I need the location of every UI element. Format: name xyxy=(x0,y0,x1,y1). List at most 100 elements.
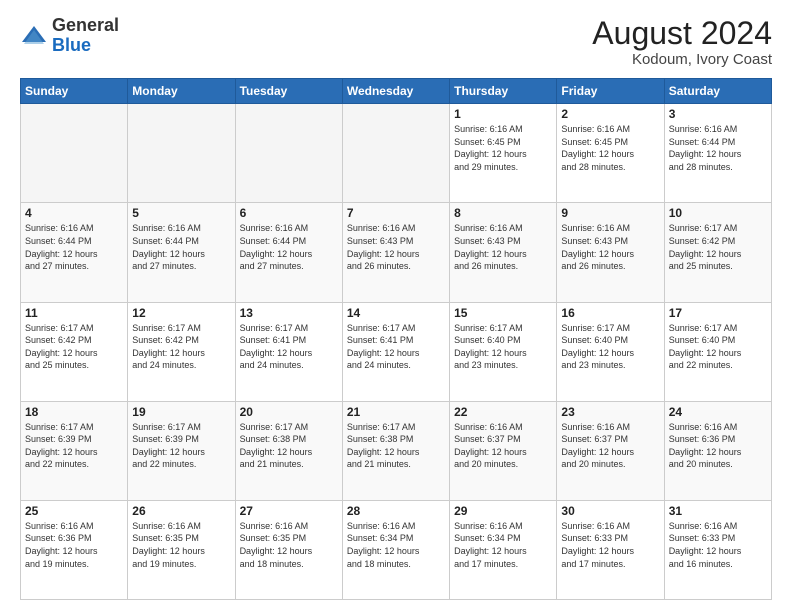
calendar-header-sunday: Sunday xyxy=(21,79,128,104)
day-info: Sunrise: 6:16 AM Sunset: 6:45 PM Dayligh… xyxy=(561,123,659,173)
calendar-cell: 24 Sunrise: 6:16 AM Sunset: 6:36 PM Dayli… xyxy=(664,401,771,500)
day-info: Sunrise: 6:16 AM Sunset: 6:44 PM Dayligh… xyxy=(25,222,123,272)
day-number: 10 xyxy=(669,206,767,220)
calendar-cell: 1 Sunrise: 6:16 AM Sunset: 6:45 PM Daylig… xyxy=(450,104,557,203)
calendar-cell: 12 Sunrise: 6:17 AM Sunset: 6:42 PM Dayli… xyxy=(128,302,235,401)
day-number: 24 xyxy=(669,405,767,419)
calendar-cell: 26Sunrise: 6:16 AM Sunset: 6:35 PM Dayli… xyxy=(128,500,235,599)
logo-text: General Blue xyxy=(52,16,119,56)
day-number: 30 xyxy=(561,504,659,518)
day-info: Sunrise: 6:17 AM Sunset: 6:40 PM Dayligh… xyxy=(454,322,552,372)
day-number: 13 xyxy=(240,306,338,320)
calendar-header-saturday: Saturday xyxy=(664,79,771,104)
day-info: Sunrise: 6:16 AM Sunset: 6:33 PM Dayligh… xyxy=(561,520,659,570)
day-number: 16 xyxy=(561,306,659,320)
day-info: Sunrise: 6:16 AM Sunset: 6:36 PM Dayligh… xyxy=(25,520,123,570)
day-number: 7 xyxy=(347,206,445,220)
calendar-cell: 29Sunrise: 6:16 AM Sunset: 6:34 PM Dayli… xyxy=(450,500,557,599)
calendar-week-2: 11 Sunrise: 6:17 AM Sunset: 6:42 PM Dayli… xyxy=(21,302,772,401)
calendar-cell: 11Sunrise: 6:17 AM Sunset: 6:42 PM Dayli… xyxy=(21,302,128,401)
day-info: Sunrise: 6:17 AM Sunset: 6:42 PM Dayligh… xyxy=(669,222,767,272)
calendar-cell: 14 Sunrise: 6:17 AM Sunset: 6:41 PM Dayli… xyxy=(342,302,449,401)
calendar-week-4: 25 Sunrise: 6:16 AM Sunset: 6:36 PM Dayli… xyxy=(21,500,772,599)
calendar-cell: 28 Sunrise: 6:16 AM Sunset: 6:34 PM Dayli… xyxy=(342,500,449,599)
day-info: Sunrise: 6:16 AM Sunset: 6:37 PM Dayligh… xyxy=(454,421,552,471)
day-info: Sunrise: 6:17 AM Sunset: 6:42 PM Dayligh… xyxy=(132,322,230,372)
day-number: 21 xyxy=(347,405,445,419)
day-number: 14 xyxy=(347,306,445,320)
day-number: 18 xyxy=(25,405,123,419)
day-info: Sunrise: 6:17 AM Sunset: 6:40 PM Dayligh… xyxy=(561,322,659,372)
calendar-cell: 17 Sunrise: 6:17 AM Sunset: 6:40 PM Dayli… xyxy=(664,302,771,401)
day-info: Sunrise: 6:16 AM Sunset: 6:44 PM Dayligh… xyxy=(132,222,230,272)
day-info: Sunrise: 6:16 AM Sunset: 6:43 PM Dayligh… xyxy=(561,222,659,272)
calendar-header-thursday: Thursday xyxy=(450,79,557,104)
day-number: 17 xyxy=(669,306,767,320)
calendar-week-3: 18 Sunrise: 6:17 AM Sunset: 6:39 PM Dayli… xyxy=(21,401,772,500)
calendar-cell: 10 Sunrise: 6:17 AM Sunset: 6:42 PM Dayli… xyxy=(664,203,771,302)
header: General Blue August 2024 Kodoum, Ivory C… xyxy=(20,16,772,68)
day-info: Sunrise: 6:16 AM Sunset: 6:33 PM Dayligh… xyxy=(669,520,767,570)
day-info: Sunrise: 6:17 AM Sunset: 6:41 PM Dayligh… xyxy=(240,322,338,372)
day-info: Sunrise: 6:17 AM Sunset: 6:38 PM Dayligh… xyxy=(347,421,445,471)
calendar-week-0: 1 Sunrise: 6:16 AM Sunset: 6:45 PM Daylig… xyxy=(21,104,772,203)
calendar-header-monday: Monday xyxy=(128,79,235,104)
calendar-cell: 31 Sunrise: 6:16 AM Sunset: 6:33 PM Dayli… xyxy=(664,500,771,599)
calendar-cell: 18 Sunrise: 6:17 AM Sunset: 6:39 PM Dayli… xyxy=(21,401,128,500)
day-number: 8 xyxy=(454,206,552,220)
calendar-header-wednesday: Wednesday xyxy=(342,79,449,104)
calendar-cell: 4 Sunrise: 6:16 AM Sunset: 6:44 PM Daylig… xyxy=(21,203,128,302)
calendar-cell: 2 Sunrise: 6:16 AM Sunset: 6:45 PM Daylig… xyxy=(557,104,664,203)
calendar-cell: 6Sunrise: 6:16 AM Sunset: 6:44 PM Daylig… xyxy=(235,203,342,302)
calendar-header-row: SundayMondayTuesdayWednesdayThursdayFrid… xyxy=(21,79,772,104)
logo-general: General xyxy=(52,15,119,35)
day-info: Sunrise: 6:17 AM Sunset: 6:39 PM Dayligh… xyxy=(132,421,230,471)
day-info: Sunrise: 6:16 AM Sunset: 6:44 PM Dayligh… xyxy=(240,222,338,272)
day-number: 12 xyxy=(132,306,230,320)
day-number: 5 xyxy=(132,206,230,220)
day-info: Sunrise: 6:16 AM Sunset: 6:43 PM Dayligh… xyxy=(454,222,552,272)
calendar-header-friday: Friday xyxy=(557,79,664,104)
calendar-cell xyxy=(128,104,235,203)
day-number: 11 xyxy=(25,306,123,320)
calendar-cell xyxy=(21,104,128,203)
page: General Blue August 2024 Kodoum, Ivory C… xyxy=(0,0,792,612)
day-number: 20 xyxy=(240,405,338,419)
day-info: Sunrise: 6:16 AM Sunset: 6:45 PM Dayligh… xyxy=(454,123,552,173)
day-info: Sunrise: 6:17 AM Sunset: 6:41 PM Dayligh… xyxy=(347,322,445,372)
day-number: 25 xyxy=(25,504,123,518)
calendar-cell: 9Sunrise: 6:16 AM Sunset: 6:43 PM Daylig… xyxy=(557,203,664,302)
calendar-cell: 7Sunrise: 6:16 AM Sunset: 6:43 PM Daylig… xyxy=(342,203,449,302)
day-info: Sunrise: 6:17 AM Sunset: 6:39 PM Dayligh… xyxy=(25,421,123,471)
day-number: 31 xyxy=(669,504,767,518)
day-info: Sunrise: 6:17 AM Sunset: 6:40 PM Dayligh… xyxy=(669,322,767,372)
day-number: 4 xyxy=(25,206,123,220)
day-info: Sunrise: 6:16 AM Sunset: 6:44 PM Dayligh… xyxy=(669,123,767,173)
day-info: Sunrise: 6:16 AM Sunset: 6:35 PM Dayligh… xyxy=(240,520,338,570)
logo-icon xyxy=(20,22,48,50)
calendar-cell: 3 Sunrise: 6:16 AM Sunset: 6:44 PM Daylig… xyxy=(664,104,771,203)
day-number: 15 xyxy=(454,306,552,320)
day-info: Sunrise: 6:16 AM Sunset: 6:34 PM Dayligh… xyxy=(454,520,552,570)
calendar-week-1: 4 Sunrise: 6:16 AM Sunset: 6:44 PM Daylig… xyxy=(21,203,772,302)
calendar-cell: 27Sunrise: 6:16 AM Sunset: 6:35 PM Dayli… xyxy=(235,500,342,599)
calendar-cell: 15 Sunrise: 6:17 AM Sunset: 6:40 PM Dayli… xyxy=(450,302,557,401)
day-number: 3 xyxy=(669,107,767,121)
day-number: 19 xyxy=(132,405,230,419)
day-number: 23 xyxy=(561,405,659,419)
location: Kodoum, Ivory Coast xyxy=(592,51,772,68)
calendar-cell xyxy=(342,104,449,203)
calendar-cell: 25 Sunrise: 6:16 AM Sunset: 6:36 PM Dayli… xyxy=(21,500,128,599)
day-info: Sunrise: 6:16 AM Sunset: 6:36 PM Dayligh… xyxy=(669,421,767,471)
day-info: Sunrise: 6:17 AM Sunset: 6:38 PM Dayligh… xyxy=(240,421,338,471)
day-number: 1 xyxy=(454,107,552,121)
calendar-cell: 19 Sunrise: 6:17 AM Sunset: 6:39 PM Dayli… xyxy=(128,401,235,500)
day-number: 28 xyxy=(347,504,445,518)
calendar-cell: 30 Sunrise: 6:16 AM Sunset: 6:33 PM Dayli… xyxy=(557,500,664,599)
calendar-cell: 16 Sunrise: 6:17 AM Sunset: 6:40 PM Dayli… xyxy=(557,302,664,401)
month-year: August 2024 xyxy=(592,16,772,51)
day-number: 22 xyxy=(454,405,552,419)
calendar-cell: 23Sunrise: 6:16 AM Sunset: 6:37 PM Dayli… xyxy=(557,401,664,500)
day-number: 2 xyxy=(561,107,659,121)
day-info: Sunrise: 6:16 AM Sunset: 6:34 PM Dayligh… xyxy=(347,520,445,570)
